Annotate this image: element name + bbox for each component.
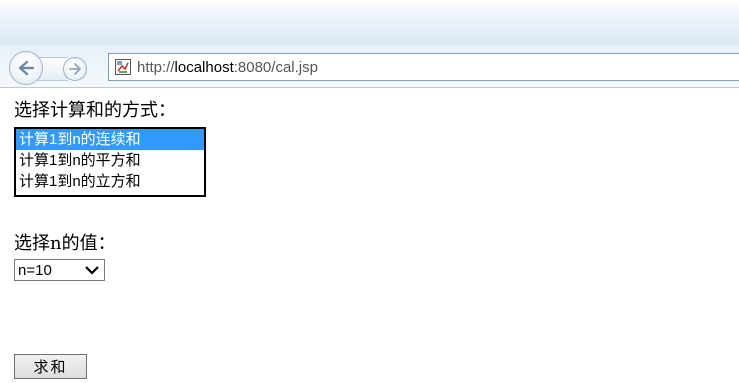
- url-path: :8080/cal.jsp: [233, 58, 318, 76]
- method-option-square-sum[interactable]: 计算1到n的平方和: [16, 150, 204, 171]
- forward-button[interactable]: [63, 57, 87, 81]
- n-label: 选择n的值：: [14, 233, 116, 254]
- method-option-continuous-sum[interactable]: 计算1到n的连续和: [16, 129, 204, 150]
- address-bar[interactable]: http://localhost:8080/cal.jsp: [108, 53, 739, 81]
- method-listbox[interactable]: 计算1到n的连续和 计算1到n的平方和 计算1到n的立方和: [14, 127, 206, 197]
- sum-button[interactable]: 求和: [14, 354, 87, 379]
- back-arrow-icon: [15, 57, 37, 79]
- page-favicon-icon: [115, 59, 131, 75]
- n-select-value: n=10: [18, 261, 52, 279]
- page-content: 选择计算和的方式： 计算1到n的连续和 计算1到n的平方和 计算1到n的立方和 …: [0, 88, 739, 383]
- back-button[interactable]: [9, 51, 43, 85]
- method-option-cube-sum[interactable]: 计算1到n的立方和: [16, 171, 204, 192]
- chevron-down-icon: [82, 260, 102, 280]
- url-text: http://localhost:8080/cal.jsp: [137, 59, 318, 76]
- url-host: localhost: [174, 58, 234, 76]
- browser-titlebar: [0, 0, 739, 45]
- url-scheme: http://: [137, 58, 175, 76]
- method-label: 选择计算和的方式：: [14, 100, 176, 121]
- forward-arrow-icon: [67, 61, 83, 77]
- n-select[interactable]: n=10: [14, 259, 105, 281]
